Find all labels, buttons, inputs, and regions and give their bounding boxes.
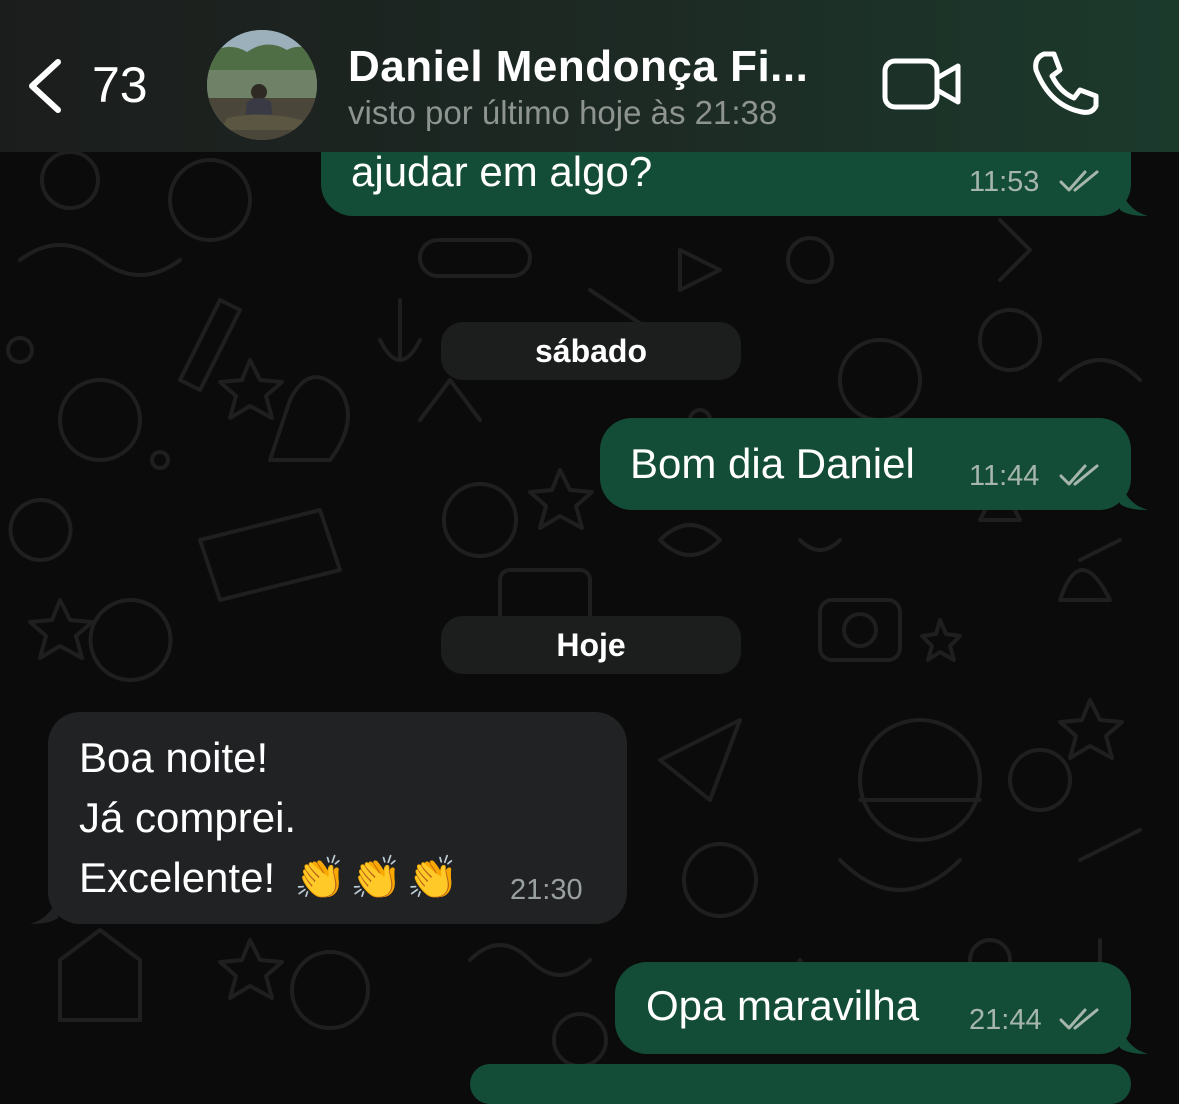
double-check-icon [1059, 170, 1099, 192]
bubble-tail [1120, 1024, 1148, 1054]
contact-name[interactable]: Daniel Mendonça Fi... [348, 42, 808, 92]
voice-call-button[interactable] [1030, 50, 1100, 116]
back-button[interactable]: 73 [22, 50, 172, 120]
chevron-left-icon [29, 59, 61, 113]
contact-status: visto por último hoje às 21:38 [348, 94, 778, 131]
message-text-line: Já comprei. [79, 794, 297, 841]
avatar-photo [207, 30, 317, 140]
bubble-tail [1120, 480, 1148, 510]
message-bubble-incoming[interactable]: Boa noite! Já comprei. Excelente! 👏👏👏 21… [48, 712, 627, 924]
bubble-tail [30, 894, 58, 924]
message-time: 21:44 [969, 1004, 1042, 1036]
message-time: 21:30 [510, 874, 583, 906]
message-time: 11:44 [969, 460, 1040, 492]
avatar[interactable] [207, 30, 317, 140]
message-bubble-outgoing[interactable]: Opa maravilha 21:44 [615, 962, 1131, 1054]
video-camera-icon [882, 58, 961, 110]
message-text-line: Excelente! [79, 854, 276, 901]
bubble-tail [1120, 186, 1148, 216]
day-separator: Hoje [441, 616, 741, 674]
message-text: Bom dia Daniel [630, 440, 915, 487]
clapping-hands-emoji: 👏👏👏 [294, 854, 463, 901]
message-bubble-outgoing[interactable]: Bom dia Daniel 11:44 [600, 418, 1131, 510]
chat-header: 73 Daniel Mendonça Fi... visto por últim… [0, 0, 1179, 152]
video-call-button[interactable] [882, 56, 962, 112]
phone-icon [1033, 51, 1099, 115]
day-separator: sábado [441, 322, 741, 380]
unread-count: 73 [92, 57, 148, 113]
message-text-line: Boa noite! [79, 734, 269, 781]
double-check-icon [1059, 464, 1099, 486]
message-bubble-outgoing[interactable] [470, 1064, 1131, 1104]
message-time: 11:53 [969, 166, 1040, 198]
double-check-icon [1059, 1008, 1099, 1030]
message-text: Opa maravilha [646, 982, 920, 1029]
